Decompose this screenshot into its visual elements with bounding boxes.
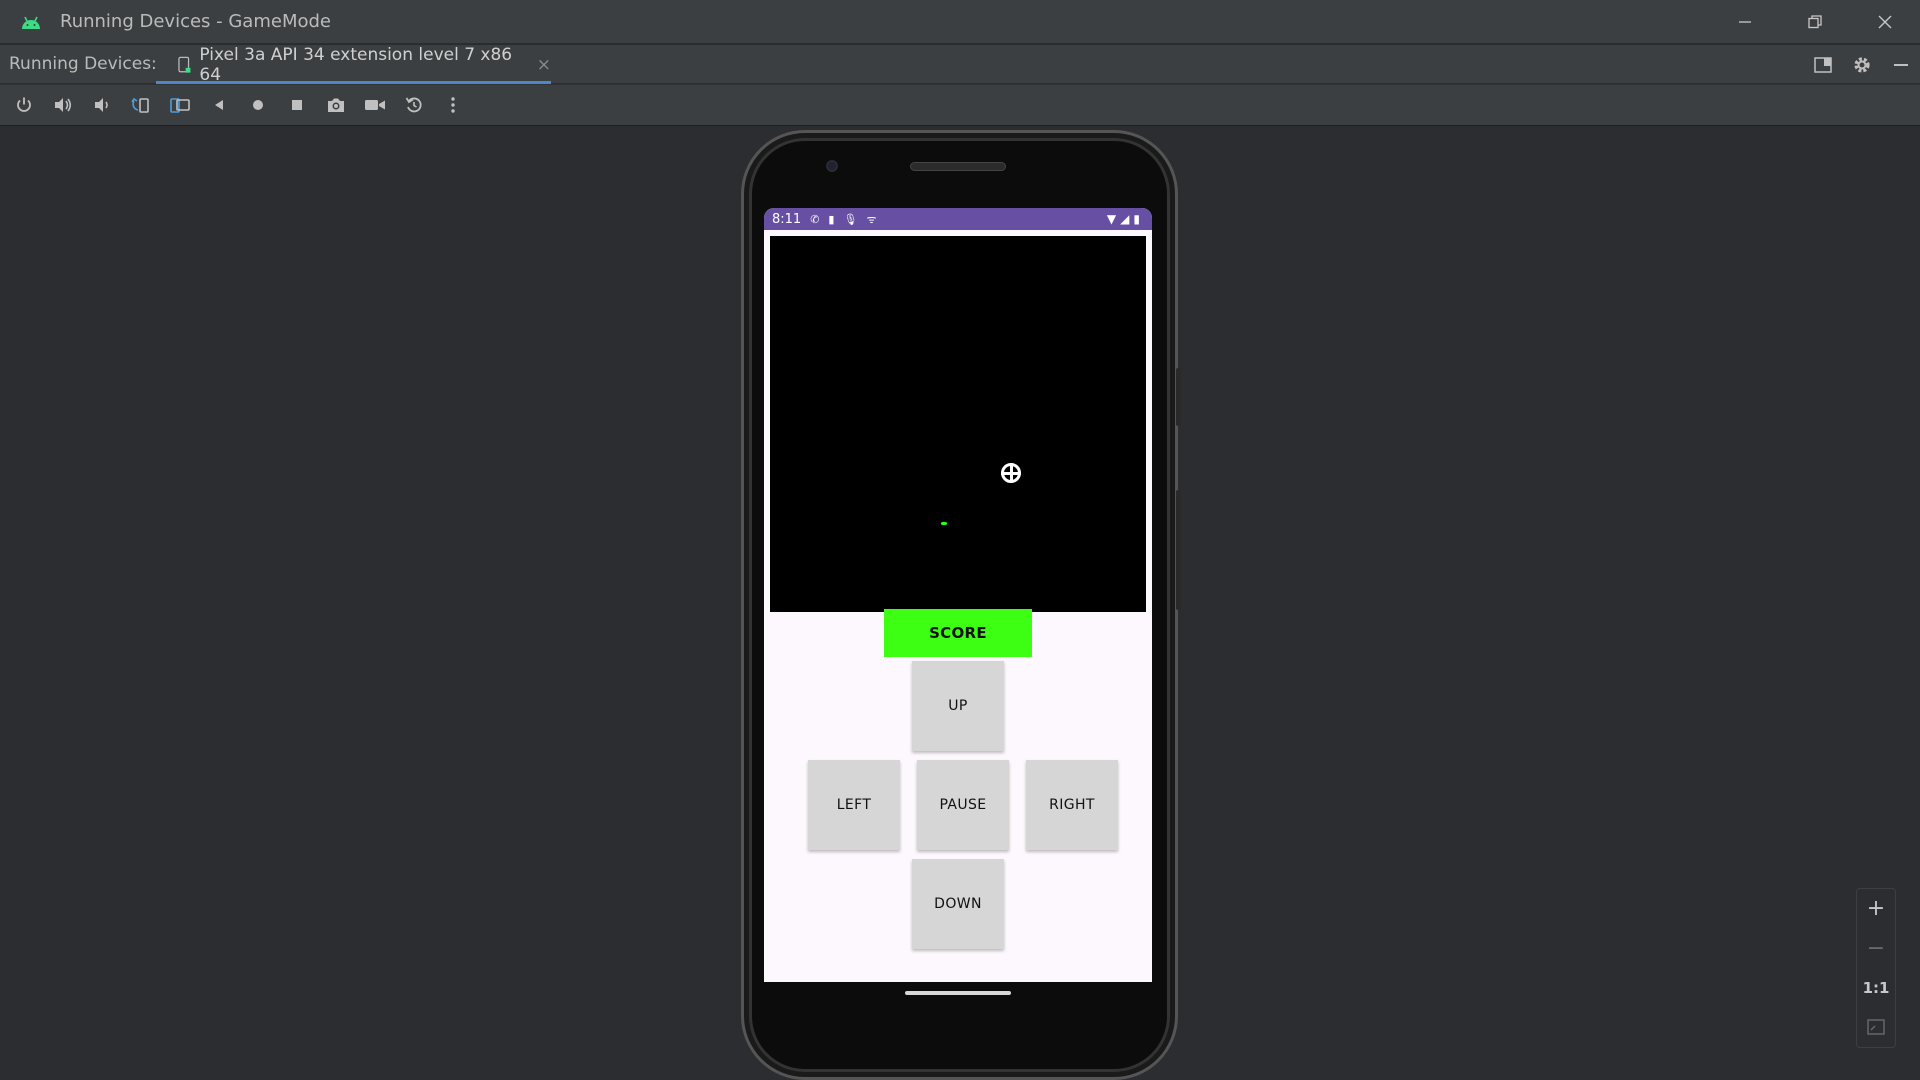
zoom-out-button[interactable]: − (1856, 929, 1896, 969)
status-indicators: ▼ ◢ ▮ (1103, 208, 1140, 230)
restore-icon (1808, 14, 1822, 28)
gesture-nav-handle[interactable] (905, 991, 1011, 995)
fit-screen-button[interactable] (1856, 1008, 1896, 1048)
home-button[interactable] (242, 89, 274, 121)
rotate-right-button[interactable] (164, 89, 196, 121)
device-screen[interactable]: 8:11 ✆ ▮ 🎙 ᯤ ▼ ◢ ▮ SCORE UP LEFT PAUSE R… (764, 208, 1152, 982)
volume-down-button[interactable] (86, 89, 118, 121)
screen-record-button[interactable] (359, 89, 391, 121)
phone-volume-button (1176, 490, 1181, 610)
zoom-controls: + − 1:1 (1856, 888, 1896, 1048)
close-icon (1878, 15, 1892, 28)
sim-card-icon: ▮ (828, 212, 835, 226)
volume-down-icon (95, 98, 108, 112)
title-bar: Running Devices - GameMode (0, 0, 1920, 43)
layout-icon (1813, 56, 1832, 73)
home-icon (253, 100, 263, 110)
layout-button[interactable] (1803, 45, 1842, 84)
volume-up-icon (55, 98, 72, 112)
running-devices-label: Running Devices: (9, 54, 157, 74)
tab-pixel-3a[interactable]: Pixel 3a API 34 extension level 7 x86 64… (156, 44, 551, 85)
right-button[interactable]: RIGHT (1026, 760, 1118, 850)
back-icon (215, 100, 223, 110)
tab-bar: Running Devices: Pixel 3a API 34 extensi… (0, 44, 1920, 85)
settings-button[interactable] (1842, 45, 1881, 84)
zoom-in-button[interactable]: + (1856, 889, 1896, 929)
device-icon (178, 56, 191, 73)
back-button[interactable] (203, 89, 235, 121)
battery-icon: ▮ (1133, 212, 1140, 226)
rotate-left-button[interactable] (125, 89, 157, 121)
screenshot-button[interactable] (320, 89, 352, 121)
gear-icon (1853, 56, 1870, 73)
restore-button[interactable] (1780, 0, 1850, 43)
hide-panel-button[interactable] (1881, 45, 1920, 84)
power-icon (17, 97, 31, 112)
tab-close-icon[interactable]: × (537, 55, 551, 75)
window-title: Running Devices - GameMode (60, 11, 331, 32)
phone-power-button (1176, 368, 1181, 426)
snake-food (941, 522, 947, 525)
game-canvas[interactable] (770, 236, 1146, 612)
phone-call-icon: ✆ (810, 212, 820, 226)
left-button[interactable]: LEFT (808, 760, 900, 850)
overview-button[interactable] (281, 89, 313, 121)
cursor-crosshair-icon (1001, 463, 1021, 483)
wifi-icon: ▼ (1106, 212, 1117, 226)
microphone-icon: 🎙 (843, 212, 858, 226)
close-button[interactable] (1850, 0, 1920, 43)
camera-icon (328, 98, 344, 112)
pause-button[interactable]: PAUSE (917, 760, 1009, 850)
tab-label: Pixel 3a API 34 extension level 7 x86 64 (199, 44, 513, 85)
front-camera (826, 160, 838, 172)
video-camera-icon (365, 100, 385, 110)
more-icon (451, 97, 455, 113)
tab-bar-actions (1803, 45, 1920, 84)
android-icon (22, 16, 40, 29)
score-button[interactable]: SCORE (884, 609, 1032, 657)
emulator-toolbar (0, 84, 1920, 126)
signal-icon: ◢ (1120, 212, 1130, 226)
minimize-button[interactable] (1710, 0, 1780, 43)
fit-screen-icon (1867, 1019, 1885, 1035)
minimize-panel-icon (1893, 63, 1908, 66)
volume-up-button[interactable] (47, 89, 79, 121)
status-time: 8:11 (772, 211, 802, 227)
hotspot-icon: ᯤ (866, 212, 877, 226)
up-button[interactable]: UP (912, 661, 1004, 751)
window-controls (1710, 0, 1920, 43)
rotate-left-icon (131, 97, 149, 113)
reset-icon (405, 97, 422, 113)
reset-button[interactable] (398, 89, 430, 121)
more-options-button[interactable] (437, 89, 469, 121)
down-button[interactable]: DOWN (912, 859, 1004, 949)
rotate-right-icon (170, 98, 190, 113)
status-bar: 8:11 ✆ ▮ 🎙 ᯤ ▼ ◢ ▮ (764, 208, 1152, 230)
earpiece-speaker (910, 162, 1006, 171)
power-button[interactable] (8, 89, 40, 121)
overview-icon (292, 100, 302, 110)
minimize-icon (1739, 20, 1751, 23)
actual-size-button[interactable]: 1:1 (1856, 968, 1896, 1008)
